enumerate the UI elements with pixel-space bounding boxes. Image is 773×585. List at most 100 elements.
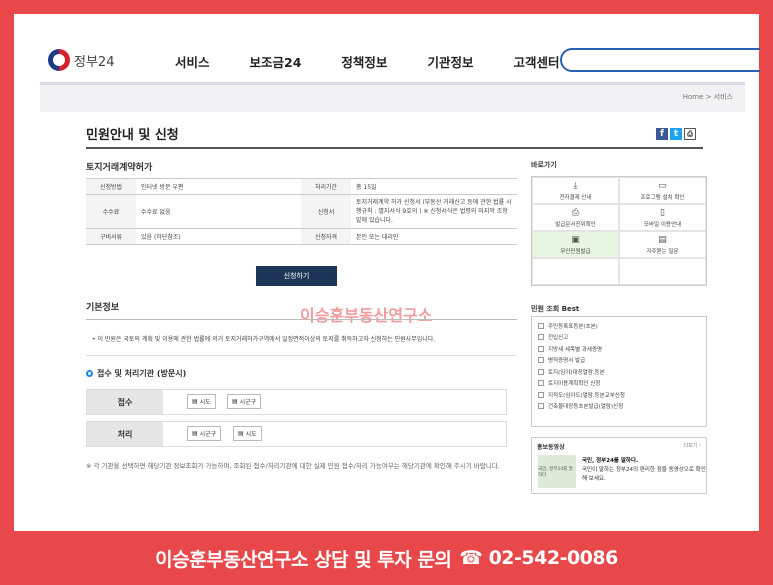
chip-label: 시군구 [199, 431, 217, 438]
receive-office-row: 접수 ▤ 시도 ▤ 시군구 [86, 389, 507, 415]
shortcut-mobile[interactable]: ▯ 모바일 이용안내 [619, 204, 706, 231]
title-divider [86, 147, 703, 149]
monitor-icon: ▭ [658, 180, 667, 191]
shortcut-label: 무인민원발급 [560, 248, 591, 255]
row-label: 처리 [87, 422, 163, 446]
table-value[interactable]: 토지거래계약 허가 신청서 (부동산 거래신고 등에 관한 법률 시행규칙 : … [351, 194, 517, 229]
office-note: ※ 각 기관을 선택하면 해당기관 정보조회가 가능하며, 조회된 접수/처리기… [86, 462, 500, 470]
list-item[interactable]: 병적증명서 발급 [538, 355, 700, 367]
list-item[interactable]: 지적도(임야도)열람.등본교부신청 [538, 389, 700, 401]
banner-text: 이승훈부동산연구소 상담 및 투자 문의 [155, 548, 452, 571]
apply-button[interactable]: 신청하기 [256, 266, 337, 286]
best-list: 주민등록표등본(초본) 전입신고 지방세 세목별 과세증명 병적증명서 발급 토… [531, 316, 707, 427]
shortcut-grid: ⤓ 전자결제 안내 ▭ 프로그램 설치 확인 ⎙ 발급문서진위확인 ▯ 모바일 이용안내… [531, 176, 707, 286]
breadcrumb[interactable]: Home > 서비스 [683, 92, 733, 102]
nav-services[interactable]: 서비스 [175, 52, 210, 71]
shortcut-empty [619, 258, 706, 285]
list-item[interactable]: 주민등록표등본(초본) [538, 320, 700, 332]
print-icon[interactable]: ⎙ [684, 128, 696, 140]
nav-subsidy[interactable]: 보조금24 [250, 52, 302, 71]
twitter-icon[interactable]: t [670, 128, 682, 140]
nav-agency[interactable]: 기관정보 [427, 52, 473, 71]
contact-banner: 이승훈부동산연구소 상담 및 투자 문의 ☎ 02-542-0086 [0, 531, 773, 585]
bullet-icon [86, 370, 93, 377]
list-item[interactable]: 건축물대장등초본발급(열람)신청 [538, 401, 700, 413]
promo-body: 국민이 말하는 정부24의 편리한 점을 동영상으로 확인해 보세요. [582, 467, 706, 482]
shortcut-faq[interactable]: ▤ 자주묻는 질문 [619, 231, 706, 258]
best-title: 민원 조회 Best [531, 305, 580, 313]
row-label: 접수 [87, 390, 163, 414]
more-link[interactable]: 더보기 › [684, 442, 701, 449]
table-value: 본인 또는 대리인 [351, 228, 517, 245]
list-item[interactable]: 토지이용계획확인 신청 [538, 378, 700, 390]
shortcut-title: 바로가기 [531, 161, 557, 169]
thumb-label: 국민, 정부24를 말하다 [538, 466, 573, 478]
table-key: 신청자격 [301, 228, 351, 245]
government-emblem-icon [48, 49, 70, 71]
office-title: 접수 및 처리기관 (방문시) [86, 368, 186, 379]
shortcut-payment[interactable]: ⤓ 전자결제 안내 [532, 177, 619, 204]
basic-info-title: 기본정보 [86, 303, 120, 313]
table-row: 구비서류 있음 (하단참조) 신청자격 본인 또는 대리인 [86, 228, 517, 245]
table-value: 인터넷 방문 우편 [136, 178, 301, 195]
list-item[interactable]: 지방세 세목별 과세증명 [538, 343, 700, 355]
chip-label: 시도 [199, 399, 211, 406]
table-key: 구비서류 [86, 228, 136, 245]
table-key: 처리기간 [301, 178, 351, 195]
service-info-table: 신청방법 인터넷 방문 우편 처리기간 총 15일 수수료 수수료 없음 신청서… [86, 178, 517, 245]
shortcut-verify[interactable]: ⎙ 발급문서진위확인 [532, 204, 619, 231]
mobile-icon: ▯ [660, 207, 665, 218]
share-buttons: f t ⎙ [654, 128, 696, 140]
video-thumbnail[interactable]: 국민, 정부24를 말하다 [538, 455, 576, 488]
printer-icon: ⎙ [571, 207, 580, 218]
watermark: 이승훈부동산연구소 [300, 306, 433, 325]
shortcut-label: 자주묻는 질문 [646, 248, 679, 255]
shortcut-label: 프로그램 설치 확인 [640, 194, 685, 201]
table-key: 신청서 [301, 194, 351, 229]
download-icon: ⤓ [573, 180, 578, 191]
table-key: 수수료 [86, 194, 136, 229]
agency-chip[interactable]: ▤ 시도 [187, 394, 216, 409]
logo[interactable]: 정부24 [48, 49, 114, 71]
agency-chip[interactable]: ▤ 시도 [233, 426, 262, 441]
shortcut-empty [532, 258, 619, 285]
table-value: 수수료 없음 [136, 194, 301, 229]
shortcut-label: 발급문서진위확인 [555, 221, 596, 228]
page-title: 민원안내 및 신청 [86, 128, 179, 143]
service-title: 토지거래계약허가 [86, 163, 153, 173]
nav-support[interactable]: 고객센터 [513, 52, 559, 71]
table-row: 수수료 수수료 없음 신청서 토지거래계약 허가 신청서 (부동산 거래신고 등… [86, 194, 517, 229]
list-item[interactable]: 전입신고 [538, 332, 700, 344]
facebook-icon[interactable]: f [656, 128, 668, 140]
agency-chip[interactable]: ▤ 시군구 [227, 394, 262, 409]
divider [86, 319, 517, 320]
phone-number: ☎ 02-542-0086 [459, 547, 618, 569]
promo-title: 홍보동영상 [537, 444, 565, 451]
shortcut-kiosk[interactable]: ▣ 무인민원발급 [532, 231, 619, 258]
chip-label: 시군구 [239, 399, 257, 406]
process-office-row: 처리 ▤ 시군구 ▤ 시도 [86, 421, 507, 447]
shortcut-program[interactable]: ▭ 프로그램 설치 확인 [619, 177, 706, 204]
agency-chip[interactable]: ▤ 시군구 [187, 426, 222, 441]
chat-icon: ▤ [658, 234, 667, 245]
list-item[interactable]: 토지(임야)대장열람.등본 [538, 366, 700, 378]
nav-policy[interactable]: 정책정보 [341, 52, 387, 71]
search-input[interactable] [560, 48, 760, 72]
sub-bar: Home > 서비스 [40, 82, 745, 112]
divider [86, 355, 517, 356]
office-title-text: 접수 및 처리기관 (방문시) [97, 369, 187, 378]
kiosk-icon: ▣ [571, 234, 580, 245]
shortcut-label: 모바일 이용안내 [643, 221, 682, 228]
basic-info-text: • 이 민원은 국토의 계획 및 이용에 관한 법률에 의거 토지거래허가구역에… [92, 336, 436, 343]
logo-text: 정부24 [74, 54, 115, 70]
table-value: 있음 (하단참조) [136, 228, 301, 245]
basic-info-body: 이 민원은 국토의 계획 및 이용에 관한 법률에 의거 토지거래허가구역에서 … [97, 336, 436, 343]
shortcut-label: 전자결제 안내 [559, 194, 592, 201]
table-value: 총 15일 [351, 178, 517, 195]
table-key: 신청방법 [86, 178, 136, 195]
promo-headline: 국민, 정부24를 말하다. [582, 458, 639, 464]
promo-text[interactable]: 국민, 정부24를 말하다. 국민이 말하는 정부24의 편리한 점을 동영상으… [582, 457, 706, 484]
table-row: 신청방법 인터넷 방문 우편 처리기간 총 15일 [86, 178, 517, 195]
promo-video-box: 홍보동영상 더보기 › 국민, 정부24를 말하다 국민, 정부24를 말하다.… [531, 437, 707, 494]
main-nav: 서비스 보조금24 정책정보 기관정보 고객센터 [175, 52, 599, 71]
